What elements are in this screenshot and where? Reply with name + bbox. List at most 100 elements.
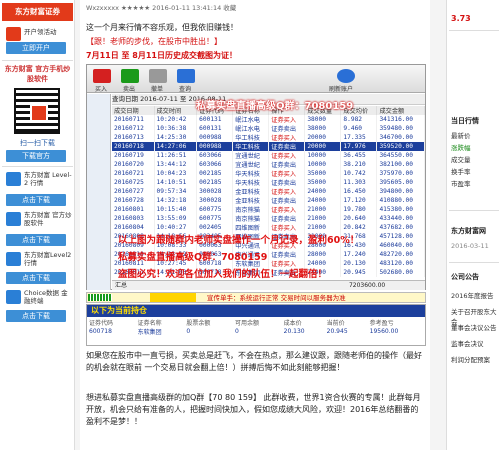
quote-item: 换手率	[451, 168, 471, 176]
app-download-text: 东方财富 官方手机炒股软件	[4, 65, 71, 83]
table-row[interactable]: 20160712 10:36:38 600131 岷江水电 证券卖出 38000 9.460…	[112, 124, 425, 133]
query-icon[interactable]	[177, 69, 195, 83]
table-cell: 382100.00	[376, 160, 425, 169]
download-button[interactable]: 下载官方	[6, 150, 66, 162]
table-row[interactable]: 20160721 10:04:23 002185 华天科技 证券买入 35000 10.74…	[112, 169, 425, 178]
table-row[interactable]: 20160719 11:26:51 603066 宜通世纪 证券买入 10000 36.45…	[112, 151, 425, 160]
strip-text: 宣传单手：系统运行正常 交易时间以服务器为准	[207, 294, 346, 302]
divider	[449, 30, 499, 31]
table-cell: 36.455	[340, 151, 378, 160]
table-cell: 13:55:09	[154, 214, 198, 223]
broker-logo[interactable]: 东方财富证券	[2, 3, 73, 21]
quote-item: 成交量	[451, 156, 471, 164]
table-row[interactable]: 20160713 14:25:30 000988 华工科技 证券买入 20000 17.33…	[112, 133, 425, 142]
column-header[interactable]: 股票余额	[184, 318, 233, 327]
table-cell: 10:36:38	[154, 124, 198, 133]
table-cell: 359520.00	[376, 142, 425, 151]
table-cell: 603066	[196, 151, 234, 160]
table-cell: 金亚科技	[232, 196, 270, 205]
column-header[interactable]: 成本价	[282, 318, 325, 327]
column-header[interactable]: 成交金额	[376, 106, 425, 115]
notice-link[interactable]: 监事会决议	[451, 338, 484, 348]
table-cell: 415380.00	[376, 205, 425, 214]
toolbar-cancel-label: 撤单	[151, 86, 164, 93]
refresh-account-icon[interactable]	[337, 69, 355, 83]
table-cell: 17.120	[340, 196, 378, 205]
table-cell: 金亚科技	[232, 187, 270, 196]
table-row[interactable]: 20160728 14:32:18 300028 金亚科技 证券卖出 24000 17.12…	[112, 196, 425, 205]
qr-caption: 扫一扫下载	[20, 139, 55, 147]
gift-icon	[6, 27, 21, 41]
notice-link[interactable]: 2016年度报告	[451, 290, 494, 300]
table-cell: 0	[186, 328, 191, 335]
table-cell: 17.240	[340, 250, 378, 259]
date-line: 7月11日 至 8月11日历史成交截图为证！	[86, 51, 237, 60]
table-cell: 证券买入	[268, 169, 306, 178]
notice-link[interactable]: 董事会决议公告	[451, 322, 497, 332]
ad2-download-button[interactable]: 点击下载	[6, 234, 66, 246]
table-cell: 002185	[196, 178, 234, 187]
table-row[interactable]: 20160803 13:55:09 600775 南京熊猫 证券卖出 21000 20.64…	[112, 214, 425, 223]
ad3-download-button[interactable]: 点击下载	[6, 272, 66, 284]
table-cell: 300028	[196, 187, 234, 196]
table-cell: 20160801	[112, 205, 155, 214]
table-cell: 35000	[304, 178, 342, 187]
news-title[interactable]: 东方财富网	[451, 226, 486, 236]
table-cell: 20.130	[283, 328, 305, 335]
ad4-download-button[interactable]: 点击下载	[6, 310, 66, 322]
column-header[interactable]: 成交时间	[154, 106, 198, 115]
table-cell: 10.742	[340, 169, 378, 178]
table-row[interactable]: 20160727 09:57:34 300028 金亚科技 证券买入 24000 16.45…	[112, 187, 425, 196]
ad4-text: Choice数据 金融终端	[24, 289, 68, 305]
table-cell: 南京熊猫	[232, 205, 270, 214]
software-toolbar: 买入 卖出 撤单 查询 刷新账户	[87, 65, 425, 93]
sell-icon[interactable]	[121, 69, 139, 83]
notice-title: 公司公告	[451, 273, 479, 281]
software-left-nav[interactable]	[87, 94, 111, 290]
table-row[interactable]: 20160718 14:27:06 000988 华工科技 证券卖出 20000 17.97…	[112, 142, 425, 151]
table-row[interactable]: 20160725 14:10:51 002185 华天科技 证券卖出 35000 11.30…	[112, 178, 425, 187]
table-row[interactable]: 20160804 10:40:27 002405 四维图新 证券买入 21000 20.84…	[112, 223, 425, 232]
table-cell: 000988	[196, 142, 234, 151]
table-cell: 8.982	[340, 115, 378, 124]
positions-screenshot: 以下为当前持仓 证券代码 证券名称 股票余额 可用余额 成本价 当前价 参考盈亏 60071…	[86, 304, 426, 346]
column-header[interactable]: 证券名称	[136, 318, 185, 327]
table-cell: 24000	[304, 196, 342, 205]
table-cell: 24000	[304, 187, 342, 196]
ad1-download-button[interactable]: 点击下载	[6, 194, 66, 206]
table-cell: 346700.00	[376, 133, 425, 142]
column-header[interactable]: 证券代码	[87, 318, 136, 327]
table-cell: 11:26:51	[154, 151, 198, 160]
table-cell: 11.303	[340, 178, 378, 187]
column-header[interactable]: 成交日期	[112, 106, 155, 115]
cancel-order-icon[interactable]	[149, 69, 167, 83]
ad3-text: 东方财富Level2 行情	[24, 251, 72, 267]
table-row[interactable]: 20160720 13:44:12 603066 宜通世纪 证券卖出 10000 38.21…	[112, 160, 425, 169]
divider	[449, 262, 499, 263]
positions-grid: 证券代码 证券名称 股票余额 可用余额 成本价 当前价 参考盈亏 600718 东软集团 0 0 2…	[87, 318, 425, 336]
paragraph-1: 如果您在股市中一直亏损，买卖总是赶飞，不会在热点，那么建议跟，跟随老师伯的操作（…	[86, 351, 422, 372]
table-cell: 14:27:06	[154, 142, 198, 151]
paragraph-2: 想进私募实盘直播高级群的加Q群【70 80 159】 此群收费，世界1资合伙赛的…	[86, 393, 421, 426]
table-row[interactable]: 600718 东软集团 0 0 20.130 20.945 19560.00	[87, 327, 425, 336]
table-cell: 600718	[89, 328, 112, 335]
notice-link[interactable]: 利润分配预案	[451, 354, 490, 364]
buy-icon[interactable]	[93, 69, 111, 83]
toolbar-query-label: 查询	[179, 86, 192, 93]
column-header[interactable]: 当前价	[325, 318, 368, 327]
table-cell: 600775	[196, 214, 234, 223]
article-line-1: 这一个月来行情不容乐观，但我依旧赚钱！	[86, 23, 238, 32]
table-row[interactable]: 20160801 10:15:40 600775 南京熊猫 证券买入 21000 19.78…	[112, 205, 425, 214]
table-row[interactable]: 20160711 10:20:42 600131 岷江水电 证券买入 38000 8.982…	[112, 115, 425, 124]
table-cell: 21000	[304, 205, 342, 214]
open-now-button[interactable]: 立即开户	[6, 42, 66, 54]
table-cell: 341316.00	[376, 115, 425, 124]
column-header[interactable]: 可用余额	[233, 318, 282, 327]
column-header[interactable]: 参考盈亏	[368, 318, 425, 327]
right-sidebar: 3.73 当日行情 最新价 涨跌幅 成交量 换手率 市盈率 东方财富网 2016…	[446, 0, 500, 450]
table-cell: 20.640	[340, 214, 378, 223]
table-cell: 南京熊猫	[232, 214, 270, 223]
table-cell: 宜通世纪	[232, 151, 270, 160]
table-cell: 证券买入	[268, 133, 306, 142]
table-cell: 482720.00	[376, 250, 425, 259]
